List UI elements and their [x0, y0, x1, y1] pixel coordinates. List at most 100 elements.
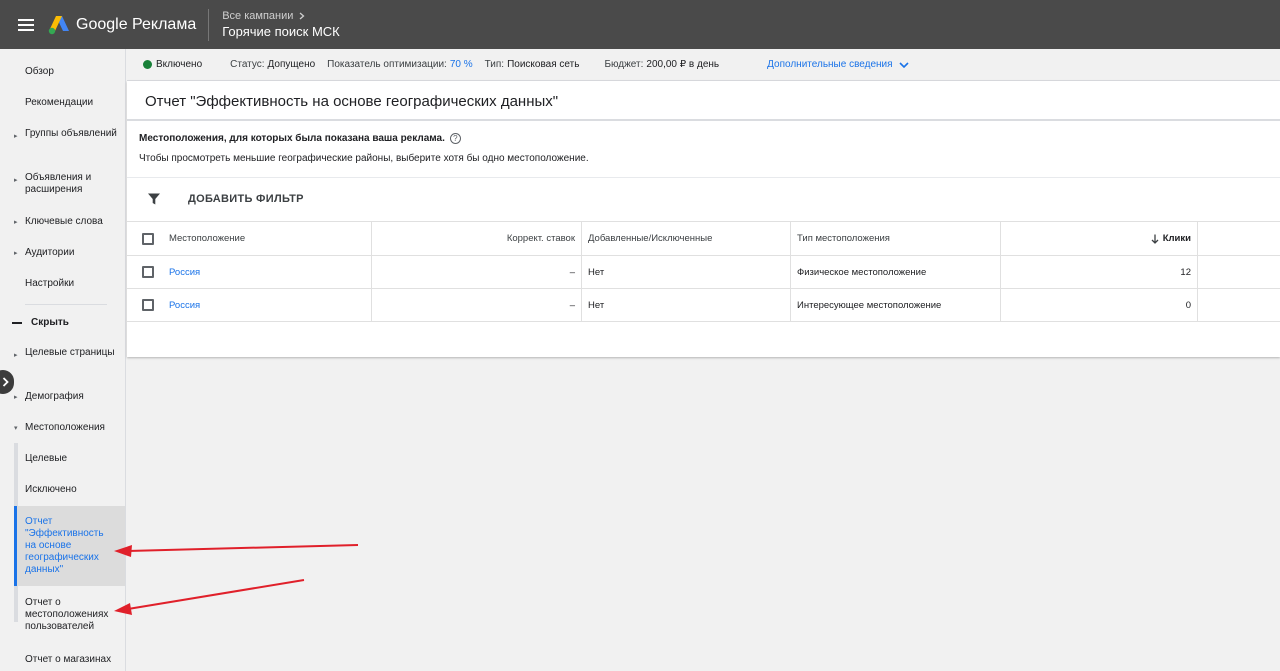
added-excluded-value: Нет — [588, 299, 605, 311]
sidebar-item-label: Целевые — [25, 453, 68, 464]
table-header-row: Местоположение Коррект. ставок Добавленн… — [127, 221, 1280, 255]
select-all-checkbox[interactable] — [142, 232, 154, 245]
chevron-right-icon — [299, 12, 305, 20]
sidebar-item-label: Группы объявлений — [25, 128, 117, 139]
sort-descending-icon — [1151, 234, 1159, 244]
status-value: Допущено — [267, 59, 316, 70]
sidebar-subitem-user-locations-report[interactable]: Отчет о местоположениях пользователей — [0, 597, 125, 633]
campaign-title[interactable]: Горячие поиск МСК — [222, 24, 340, 39]
location-type-cell: Физическое местоположение — [791, 256, 1001, 288]
column-header-location-type[interactable]: Тип местоположения — [791, 222, 1001, 255]
help-icon[interactable]: ? — [449, 133, 461, 144]
sidebar-item-overview[interactable]: Обзор — [0, 66, 125, 78]
budget-label: Бюджет: — [604, 59, 644, 70]
caret-right-icon: ▸ — [14, 219, 18, 226]
column-header-clicks[interactable]: Клики — [1001, 222, 1198, 255]
sidebar-item-audiences[interactable]: ▸ Аудитории — [0, 247, 125, 259]
caret-down-icon: ▾ — [14, 425, 18, 432]
status-label: Статус: — [230, 59, 265, 70]
google-ads-logo-icon — [48, 15, 69, 34]
column-header-label: Тип местоположения — [797, 233, 890, 244]
more-details-label: Дополнительные сведения — [767, 59, 893, 70]
column-header-bid-adjustment[interactable]: Коррект. ставок — [372, 222, 582, 255]
bid-adjustment-cell[interactable]: – — [372, 289, 582, 321]
sidebar-item-label: Местоположения — [25, 422, 105, 433]
add-filter-button[interactable]: ДОБАВИТЬ ФИЛЬТР — [188, 193, 304, 205]
type-value: Поисковая сеть — [507, 59, 580, 70]
sidebar-nav: Обзор Рекомендации ▸ Группы объявлений ▸ О… — [0, 49, 126, 671]
clicks-value: 0 — [1185, 299, 1191, 311]
enabled-status-dot-icon — [143, 60, 152, 69]
filter-divider — [127, 177, 1280, 178]
row-checkbox[interactable] — [142, 299, 154, 311]
caret-right-icon: ▸ — [14, 250, 18, 257]
title-divider — [127, 119, 1280, 121]
locations-info-text: Чтобы просмотреть меньшие географические… — [139, 153, 589, 164]
sidebar-item-label: Демография — [25, 391, 84, 402]
sidebar-item-label: Настройки — [25, 278, 75, 289]
optimization-score-label: Показатель оптимизации: — [327, 59, 447, 70]
sidebar-item-locations[interactable]: ▾ Местоположения — [0, 422, 125, 434]
added-excluded-value: Нет — [588, 266, 605, 278]
locations-info-title-text: Местоположения, для которых была показан… — [139, 133, 445, 144]
location-type-value: Интересующее местоположение — [797, 299, 942, 311]
clicks-value: 12 — [1180, 266, 1191, 278]
column-header-label: Добавленные/Исключенные — [588, 233, 713, 244]
sidebar-item-demographics[interactable]: ▸ Демография — [0, 391, 125, 403]
sidebar-item-recommendations[interactable]: Рекомендации — [0, 97, 125, 109]
sidebar-item-label: Рекомендации — [25, 97, 94, 108]
report-card: Отчет "Эффективность на основе географич… — [127, 81, 1280, 357]
added-excluded-cell: Нет — [582, 256, 791, 288]
sidebar-divider — [25, 304, 107, 305]
sidebar-item-ads-extensions[interactable]: ▸ Объявления и расширения — [0, 172, 125, 196]
bid-adjustment-cell[interactable]: – — [372, 256, 582, 288]
menu-icon[interactable] — [18, 16, 34, 34]
type-label: Тип: — [484, 59, 505, 70]
column-header-location[interactable]: Местоположение — [163, 222, 372, 255]
clicks-cell: 12 — [1001, 256, 1198, 288]
sidebar-hide-label: Скрыть — [31, 317, 69, 328]
sidebar-item-label: Отчет о местоположениях пользователей — [25, 597, 109, 632]
table-row: Россия – Нет Физическое местоположение 1… — [127, 255, 1280, 288]
location-link[interactable]: Россия — [169, 267, 200, 278]
location-type-value: Физическое местоположение — [797, 266, 927, 278]
budget-value: 200,00 ₽ в день — [646, 59, 720, 70]
sidebar-subitem-store-report[interactable]: Отчет о магазинах — [0, 654, 125, 666]
location-link[interactable]: Россия — [169, 300, 200, 311]
optimization-score-value[interactable]: 70 % — [450, 59, 473, 70]
sidebar-subitem-geo-report[interactable]: Отчет "Эффективность на основе географич… — [0, 516, 125, 576]
location-cell: Россия — [163, 256, 372, 288]
column-header-label: Клики — [1162, 233, 1191, 244]
location-type-cell: Интересующее местоположение — [791, 289, 1001, 321]
row-select-cell — [127, 289, 163, 321]
campaign-state[interactable]: Включено — [156, 59, 202, 70]
select-all-cell — [127, 222, 163, 255]
filter-icon[interactable] — [147, 192, 161, 206]
breadcrumb-all-campaigns[interactable]: Все кампании — [222, 10, 293, 22]
row-checkbox[interactable] — [142, 266, 154, 278]
sidebar-item-label: Отчет о магазинах — [25, 654, 112, 665]
added-excluded-cell: Нет — [582, 289, 791, 321]
sidebar-item-ad-groups[interactable]: ▸ Группы объявлений — [0, 128, 125, 140]
sidebar-subitem-excluded[interactable]: Исключено — [0, 484, 125, 496]
sidebar-item-label: Отчет "Эффективность на основе географич… — [25, 516, 104, 575]
google-ads-logo[interactable]: Google Реклама — [48, 15, 196, 35]
bid-adjustment-value: – — [569, 299, 575, 311]
sidebar-hide-toggle[interactable]: Скрыть — [12, 317, 69, 328]
sidebar-item-label: Исключено — [25, 484, 77, 495]
more-details-link[interactable]: Дополнительные сведения — [767, 59, 909, 70]
row-select-cell — [127, 256, 163, 288]
annotation-arrow-geo-report — [114, 544, 359, 557]
table-bottom-border — [127, 321, 1280, 322]
sidebar-item-keywords[interactable]: ▸ Ключевые слова — [0, 216, 125, 228]
sidebar-item-label: Аудитории — [25, 247, 75, 258]
location-cell: Россия — [163, 289, 372, 321]
column-header-added-excluded[interactable]: Добавленные/Исключенные — [582, 222, 791, 255]
sidebar-item-landing-pages[interactable]: ▸ Целевые страницы — [0, 347, 125, 359]
sidebar-subitem-targeted[interactable]: Целевые — [0, 453, 125, 465]
annotation-arrow-user-locations-report — [114, 579, 305, 615]
caret-right-icon: ▸ — [14, 177, 18, 184]
top-app-bar: Google Реклама Все кампании Горячие поис… — [0, 0, 1280, 49]
minus-icon — [12, 321, 22, 324]
sidebar-item-settings[interactable]: Настройки — [0, 278, 125, 290]
